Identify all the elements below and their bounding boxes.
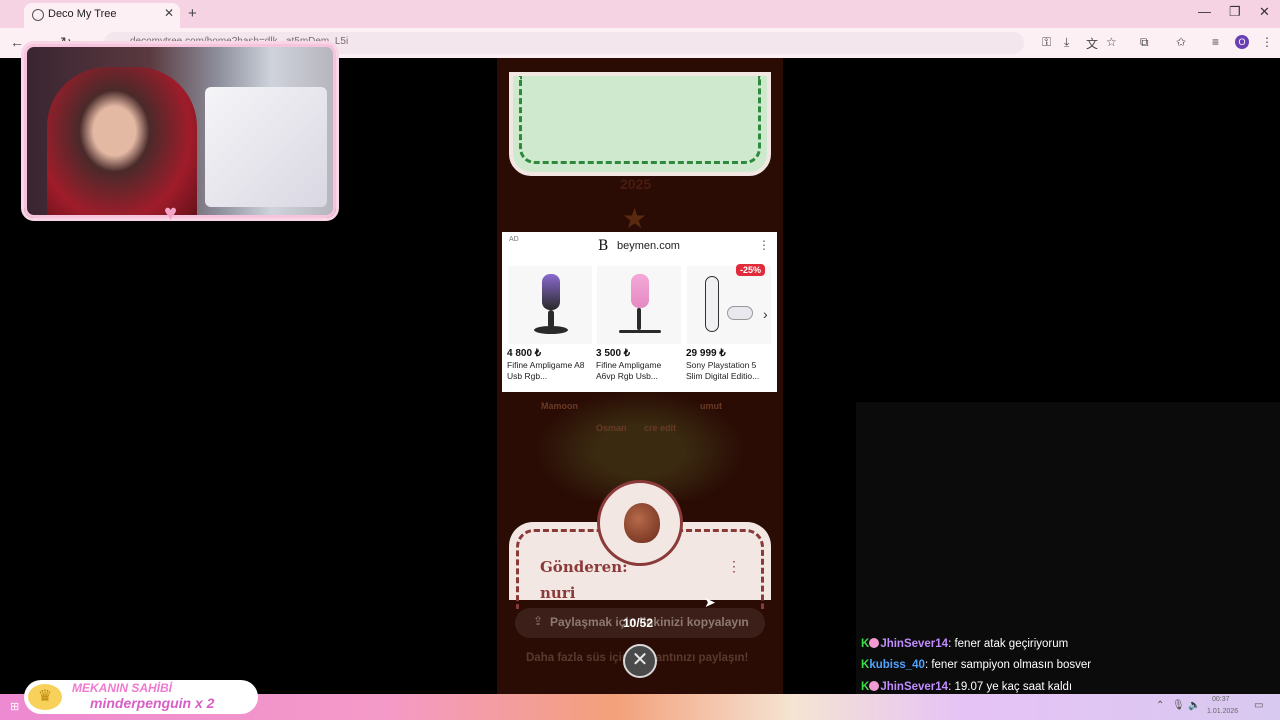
- chat-message: K JhinSever14: fener atak geçiriyorum: [861, 638, 1068, 650]
- microphone-icon[interactable]: 🎙: [1172, 700, 1185, 711]
- restore-button[interactable]: ❐: [1229, 4, 1241, 20]
- chevron-right-icon[interactable]: ›: [763, 306, 768, 322]
- streamer-video: [47, 67, 197, 215]
- playstation-product-image[interactable]: [687, 266, 771, 344]
- pink-microphone-product-image[interactable]: [597, 266, 681, 344]
- media-icon[interactable]: ≡: [1212, 35, 1219, 49]
- card-menu-icon[interactable]: ⋮: [727, 558, 741, 575]
- microphone-product-image[interactable]: [508, 266, 592, 344]
- star-icon: ★: [622, 203, 648, 234]
- ornament-owner-label[interactable]: Osman: [596, 423, 627, 433]
- new-tab-button[interactable]: +: [188, 5, 197, 22]
- ornament-owner-label[interactable]: umut: [700, 401, 722, 411]
- chat-text: 19.07 ye kaç saat kaldı: [954, 681, 1073, 693]
- ornament-owner-label[interactable]: Mamoon: [541, 401, 578, 411]
- chat-panel-background: [856, 402, 1280, 694]
- ad-banner[interactable]: AD B beymen.com ⋮ -25% › 4 800 ₺ Fifine …: [502, 232, 777, 392]
- ad-domain[interactable]: beymen.com: [617, 240, 680, 252]
- speaker-icon[interactable]: 🔈: [1188, 700, 1200, 711]
- banner-title: MEKANIN SAHİBİ: [72, 681, 173, 695]
- gift-ornament-badge: [597, 480, 683, 566]
- product-name[interactable]: Fifine Ampligame A6vp Rgb Usb...: [596, 360, 682, 382]
- translate-icon[interactable]: 文: [1086, 35, 1098, 52]
- share-icon: ⇪: [533, 614, 544, 628]
- webcam-overlay: [24, 44, 336, 218]
- product-name[interactable]: Sony Playstation 5 Slim Digital Editio..…: [686, 360, 772, 382]
- subscriber-heart-icon: [869, 638, 880, 648]
- ad-menu-icon[interactable]: ⋮: [758, 238, 770, 252]
- chat-username[interactable]: kubiss_40: [869, 659, 925, 671]
- tab-title: Deco My Tree: [48, 8, 117, 20]
- beymen-logo-icon: B: [598, 238, 609, 254]
- close-modal-button[interactable]: ✕: [623, 644, 657, 678]
- product-name[interactable]: Fifine Ampligame A8 Usb Rgb...: [507, 360, 593, 382]
- sender-name: nuri: [540, 584, 576, 602]
- back-arrow-icon[interactable]: ←: [10, 34, 24, 50]
- ornament-card: [509, 72, 771, 176]
- message-counter: 10/52: [623, 616, 654, 630]
- sender-label: Gönderen:: [540, 558, 628, 576]
- extensions-icon[interactable]: ⧉: [1140, 35, 1149, 50]
- clock-date[interactable]: 1.01.2026: [1207, 708, 1238, 715]
- kick-badge-icon: K: [861, 638, 870, 650]
- ad-badge: AD: [509, 236, 519, 243]
- mouse-cursor-icon: ➤: [704, 594, 716, 610]
- star-bookmark-icon[interactable]: ☆: [1106, 35, 1117, 49]
- chat-text: fener atak geçiriyorum: [954, 638, 1069, 650]
- menu-dots-icon[interactable]: ⋮: [1261, 35, 1273, 49]
- dashed-border: [519, 76, 761, 164]
- chat-message: K JhinSever14: 19.07 ye kaç saat kaldı: [861, 681, 1072, 693]
- subscriber-heart-icon: [869, 681, 880, 691]
- windows-start-icon[interactable]: ⊞: [10, 700, 19, 713]
- product-price: 3 500 ₺: [596, 348, 631, 359]
- product-price: 4 800 ₺: [507, 348, 542, 359]
- clock-time[interactable]: 00:37: [1212, 696, 1230, 703]
- key-icon[interactable]: ⚿: [1042, 35, 1051, 50]
- close-tab-icon[interactable]: ✕: [164, 6, 174, 20]
- minimize-button[interactable]: —: [1198, 4, 1211, 19]
- globe-icon: [32, 9, 44, 21]
- kick-badge-icon: K: [861, 681, 870, 693]
- crown-icon: ♛: [28, 684, 62, 710]
- year-label: 2025: [620, 176, 652, 192]
- install-icon[interactable]: ⤓: [1064, 35, 1069, 50]
- chat-username[interactable]: JhinSever14: [880, 681, 948, 693]
- bookmark-star-icon[interactable]: ✩: [1176, 35, 1186, 49]
- close-window-button[interactable]: ✕: [1259, 4, 1270, 20]
- browser-tab-bar: Deco My Tree ✕ + — ❐ ✕: [0, 0, 1280, 28]
- chat-username[interactable]: JhinSever14: [880, 638, 948, 650]
- chevron-up-icon[interactable]: ⌃: [1156, 700, 1164, 711]
- product-price: 29 999 ₺: [686, 348, 726, 359]
- browser-tab[interactable]: Deco My Tree ✕: [24, 3, 180, 28]
- banner-subtitle: minderpenguin x 2: [90, 695, 215, 711]
- chat-message: Kkubiss_40: fener sampiyon olmasın bosve…: [861, 659, 1091, 671]
- discount-badge: -25%: [736, 264, 766, 276]
- notification-icon[interactable]: ▭: [1254, 700, 1263, 711]
- ornament-owner-label[interactable]: cre edit: [644, 423, 676, 433]
- owner-banner: ♛ MEKANIN SAHİBİ minderpenguin x 2: [24, 680, 258, 714]
- gift-sack-icon: [624, 503, 660, 543]
- heart-icon: ♥: [164, 200, 178, 225]
- profile-avatar[interactable]: O: [1235, 35, 1249, 49]
- chat-text: fener sampiyon olmasın bosver: [931, 659, 1092, 671]
- pc-case-background: [205, 87, 327, 207]
